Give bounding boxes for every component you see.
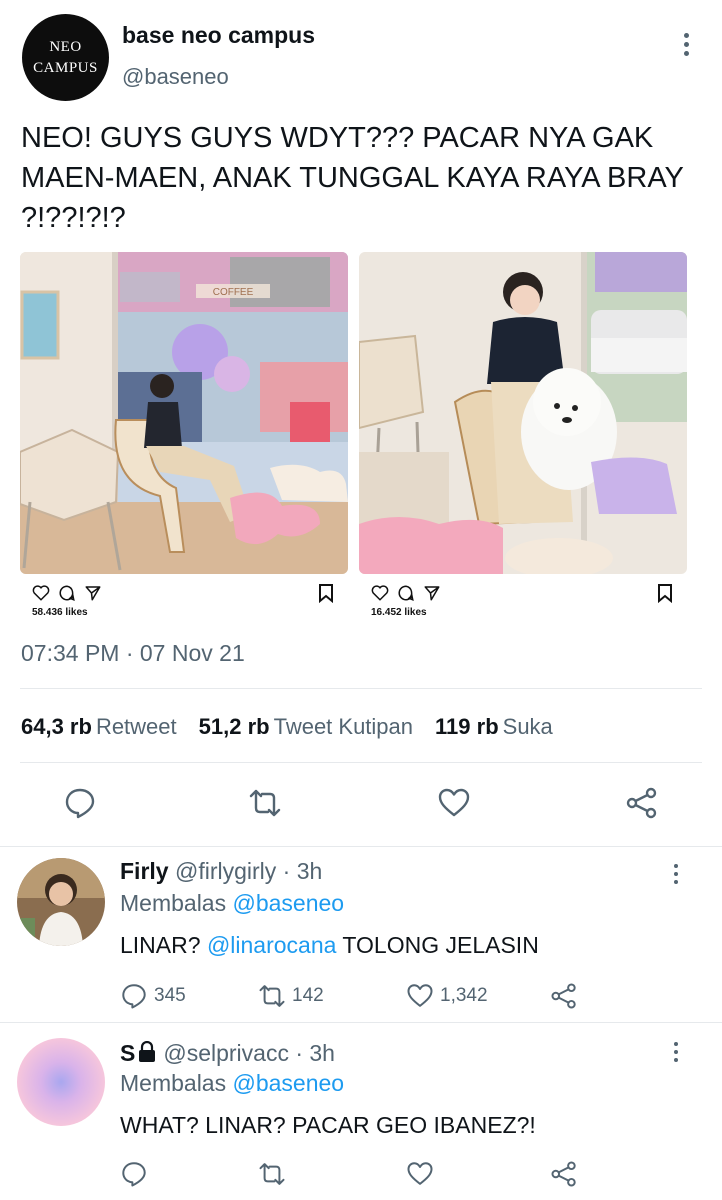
like-icon[interactable] xyxy=(437,786,471,820)
bookmark-icon[interactable] xyxy=(657,583,673,603)
retweet-icon[interactable] xyxy=(248,786,282,820)
share-button[interactable] xyxy=(550,1160,578,1188)
lock-icon xyxy=(139,1041,156,1062)
tweet-media[interactable]: COFFEE 58.436 likes 16.452 likes xyxy=(20,252,688,624)
avatar[interactable]: NEO CAMPUS xyxy=(22,14,109,101)
replying-to-label: Membalas xyxy=(120,890,227,916)
reply-icon[interactable] xyxy=(63,786,97,820)
share-icon xyxy=(551,983,576,1009)
reply-tweet[interactable]: S @selprivacc · 3h Membalas @baseneo WHAT… xyxy=(0,1022,722,1200)
like-icon xyxy=(407,984,433,1007)
reply-text-part: TOLONG JELASIN xyxy=(336,932,539,958)
reply-header: Firly @firlygirly · 3h xyxy=(120,858,322,885)
retweet-count: 142 xyxy=(292,985,324,1006)
reply-author-name[interactable]: Firly xyxy=(120,858,169,884)
reply-author-handle[interactable]: @selprivacc xyxy=(163,1040,289,1066)
retweet-icon xyxy=(259,985,285,1007)
tweet-stats: 64,3 rb Retweet 51,2 rb Tweet Kutipan 119 … xyxy=(21,714,553,740)
reply-text-part: LINAR? xyxy=(120,932,207,958)
instagram-actions xyxy=(371,582,441,604)
post-photo[interactable]: COFFEE xyxy=(20,252,348,574)
avatar[interactable] xyxy=(17,1038,105,1126)
tweet-header: NEO CAMPUS base neo campus @baseneo xyxy=(0,0,722,110)
comment-icon[interactable] xyxy=(397,584,415,602)
comment-icon[interactable] xyxy=(58,584,76,602)
tweet-actions xyxy=(0,786,722,826)
quote-count: 51,2 rb xyxy=(198,714,270,739)
quote-stat-label: Tweet Kutipan xyxy=(273,714,414,739)
heart-icon[interactable] xyxy=(32,584,50,602)
share-icon xyxy=(551,1161,576,1187)
divider xyxy=(20,688,702,689)
like-button[interactable]: 1,342 xyxy=(406,982,488,1010)
retweet-stat[interactable]: 64,3 rb Retweet xyxy=(21,714,177,740)
replying-to-label: Membalas xyxy=(120,1070,227,1096)
more-options-button[interactable] xyxy=(672,28,700,60)
divider xyxy=(20,762,702,763)
more-dot-icon xyxy=(683,50,689,56)
reply-author-name[interactable]: S xyxy=(120,1040,135,1066)
like-icon xyxy=(407,1162,433,1185)
retweet-count: 64,3 rb xyxy=(21,714,92,739)
reply-time[interactable]: · 3h xyxy=(283,858,323,884)
reply-count: 345 xyxy=(154,985,186,1006)
reply-author-handle[interactable]: @firlygirly xyxy=(175,858,276,884)
like-count: 1,342 xyxy=(440,985,488,1006)
avatar-text-line1: NEO xyxy=(49,38,82,55)
instagram-post-2[interactable]: 16.452 likes xyxy=(359,252,687,624)
tweet-text: NEO! GUYS GUYS WDYT??? PACAR NYA GAK MAE… xyxy=(21,122,684,234)
reply-button[interactable] xyxy=(120,1160,148,1188)
like-button[interactable] xyxy=(406,1160,434,1188)
mention-link[interactable]: @linarocana xyxy=(207,932,336,958)
more-options-button[interactable] xyxy=(662,1038,690,1066)
author-handle[interactable]: @baseneo xyxy=(122,64,229,90)
replying-to-link[interactable]: @baseneo xyxy=(233,890,345,916)
more-dot-icon xyxy=(674,1050,678,1054)
instagram-post-1[interactable]: COFFEE 58.436 likes xyxy=(20,252,348,624)
retweet-button[interactable]: 142 xyxy=(258,982,324,1010)
quote-stat[interactable]: 51,2 rb Tweet Kutipan xyxy=(199,714,413,740)
instagram-actions xyxy=(32,582,102,604)
share-button[interactable] xyxy=(550,982,578,1010)
avatar-text-line2: CAMPUS xyxy=(33,59,98,76)
replying-to-link[interactable]: @baseneo xyxy=(233,1070,345,1096)
more-dot-icon xyxy=(683,41,689,47)
shop-sign: COFFEE xyxy=(213,287,254,298)
like-stat-label: Suka xyxy=(502,714,553,739)
reply-icon xyxy=(122,984,146,1009)
like-count: 119 rb xyxy=(435,714,499,739)
retweet-icon xyxy=(259,1163,285,1185)
reply-time[interactable]: · 3h xyxy=(295,1040,335,1066)
reply-header: S @selprivacc · 3h xyxy=(120,1040,335,1067)
heart-icon[interactable] xyxy=(371,584,389,602)
more-dot-icon xyxy=(674,1058,678,1062)
post-likes: 58.436 likes xyxy=(32,607,88,618)
reply-tweet[interactable]: Firly @firlygirly · 3h Membalas @baseneo… xyxy=(0,846,722,1022)
reply-icon xyxy=(122,1162,146,1187)
avatar[interactable] xyxy=(17,858,105,946)
reply-text: WHAT? LINAR? PACAR GEO IBANEZ?! xyxy=(120,1112,536,1138)
author-name[interactable]: base neo campus xyxy=(122,22,315,49)
post-photo[interactable] xyxy=(359,252,687,574)
more-dot-icon xyxy=(683,32,689,38)
tweet-timestamp[interactable]: 07:34 PM · 07 Nov 21 xyxy=(21,640,245,667)
replying-to: Membalas @baseneo xyxy=(120,890,344,917)
retweet-button[interactable] xyxy=(258,1160,286,1188)
more-dot-icon xyxy=(674,864,678,868)
reply-text: LINAR? @linarocana TOLONG JELASIN xyxy=(120,932,539,959)
more-dot-icon xyxy=(674,872,678,876)
post-likes: 16.452 likes xyxy=(371,607,427,618)
share-icon[interactable] xyxy=(625,786,659,820)
send-icon[interactable] xyxy=(84,584,102,602)
more-dot-icon xyxy=(674,1042,678,1046)
like-stat[interactable]: 119 rb Suka xyxy=(435,714,553,740)
retweet-stat-label: Retweet xyxy=(95,714,177,739)
more-dot-icon xyxy=(674,880,678,884)
bookmark-icon[interactable] xyxy=(318,583,334,603)
reply-button[interactable]: 345 xyxy=(120,982,186,1010)
replying-to: Membalas @baseneo xyxy=(120,1070,344,1097)
more-options-button[interactable] xyxy=(662,860,690,888)
send-icon[interactable] xyxy=(423,584,441,602)
